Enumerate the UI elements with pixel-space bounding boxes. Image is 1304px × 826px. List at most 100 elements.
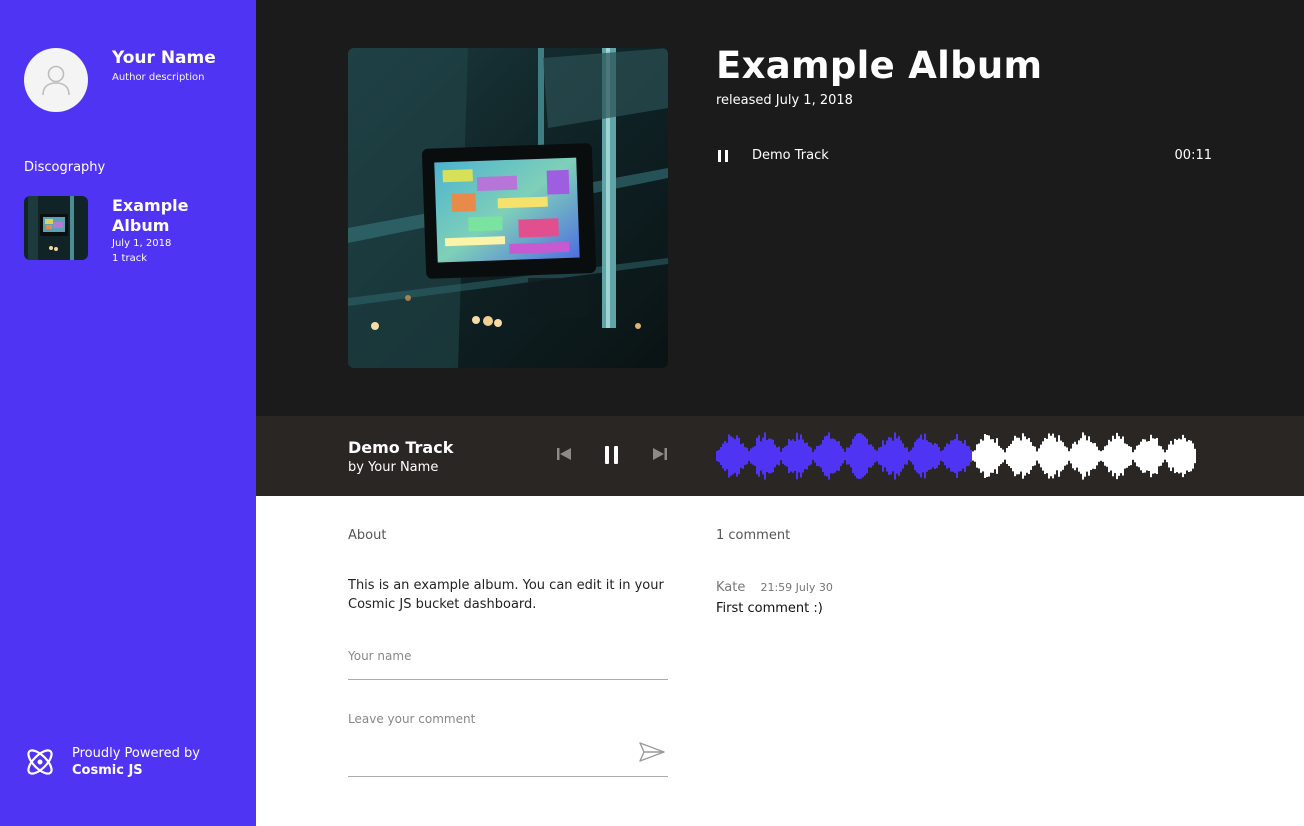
album-header: Example Album released July 1, 2018 Demo… [256,0,1304,416]
waveform-bar [830,438,832,474]
waveform-bar [1038,448,1040,464]
waveform-bar [1010,443,1012,469]
discography-album-item[interactable]: Example Album July 1, 2018 1 track [24,196,234,266]
waveform-bar [982,440,984,472]
waveform-bar [840,445,842,467]
waveform-bar [774,444,776,468]
waveform-bar [1034,446,1036,466]
waveform-bar [1182,434,1184,478]
waveform-bar [808,446,810,466]
waveform-bar [824,436,826,476]
now-playing-title: Demo Track [348,438,454,457]
waveform-bar [748,451,750,461]
waveform-bar [928,442,930,470]
waveform-bar [798,439,800,473]
waveform-bar [872,446,874,466]
comment-input[interactable] [348,710,668,777]
waveform-bar [1170,440,1172,472]
waveform-bar [1174,438,1176,474]
album-release-date: released July 1, 2018 [716,93,853,108]
waveform-bar [1020,440,1022,472]
waveform-bar [754,446,756,466]
waveform-bar [880,446,882,466]
waveform-bar [986,435,988,477]
waveform-bar [1152,438,1154,474]
waveform-bar [902,443,904,469]
waveform-bar [790,440,792,472]
waveform-bar [812,452,814,460]
waveform-bar [788,438,790,474]
waveform-bar [1064,446,1066,466]
powered-by-link[interactable]: Proudly Powered by Cosmic JS [24,746,234,782]
discography-heading: Discography [24,160,106,175]
waveform-bar [908,451,910,461]
waveform-bar [1108,439,1110,473]
waveform-bar [924,433,926,479]
waveform-bar [1004,452,1006,460]
waveform-bar [780,451,782,461]
waveform-bar [940,451,942,461]
waveform-bar [950,440,952,472]
send-comment-button[interactable] [638,740,666,764]
comment-text: First comment :) [716,601,823,616]
waveform-bar [1168,444,1170,468]
waveform-bar [898,436,900,476]
audio-waveform-seekbar[interactable] [716,430,1196,482]
waveform-bar [958,440,960,472]
waveform-bar [1022,433,1024,479]
waveform-bar [810,447,812,465]
waveform-bar [844,451,846,461]
waveform-bar [944,446,946,466]
album-date: July 1, 2018 [112,238,172,249]
waveform-bar [996,438,998,474]
waveform-bar [1046,438,1048,474]
waveform-bar [846,447,848,465]
waveform-bar [992,439,994,473]
name-input[interactable] [348,646,668,680]
waveform-bar [834,439,836,473]
album-title-heading: Example Album [716,44,1043,87]
waveform-bar [766,440,768,472]
waveform-bar [744,447,746,465]
waveform-bar [1132,452,1134,460]
waveform-bar [762,437,764,475]
waveform-bar [922,439,924,473]
pause-button[interactable] [602,444,622,466]
previous-track-button[interactable] [554,446,574,462]
waveform-bar [1082,432,1084,480]
waveform-bar [1138,444,1140,468]
waveform-bar [738,437,740,475]
waveform-bar [718,449,720,463]
waveform-bar [1036,451,1038,461]
waveform-bar [1008,446,1010,466]
waveform-bar [836,441,838,471]
waveform-bar [740,444,742,468]
waveform-bar [782,448,784,464]
waveform-bar [926,440,928,472]
waveform-bar [1052,433,1054,479]
waveform-bar [888,437,890,475]
waveform-bar [972,451,974,461]
waveform-bar [1060,440,1062,472]
waveform-bar [1128,446,1130,466]
waveform-bar [742,443,744,469]
waveform-bar [934,442,936,470]
author-avatar[interactable] [24,48,88,112]
waveform-bar [1080,438,1082,474]
waveform-bar [1048,433,1050,479]
next-track-button[interactable] [650,446,670,462]
track-list-item[interactable]: Demo Track 00:11 [716,146,1212,168]
waveform-bar [826,435,828,477]
comment-item: Kate 21:59 July 30 First comment :) [716,576,1116,616]
waveform-bar [806,442,808,470]
waveform-bar [722,443,724,469]
waveform-bar [920,434,922,478]
pause-icon[interactable] [718,150,730,162]
waveform-bar [1114,438,1116,474]
cosmic-js-logo-icon [27,749,53,775]
author-description: Author description [112,72,205,83]
waveform-bar [842,448,844,464]
waveform-bar [1112,435,1114,477]
waveform-bar [1094,443,1096,469]
waveform-bar [1002,449,1004,463]
